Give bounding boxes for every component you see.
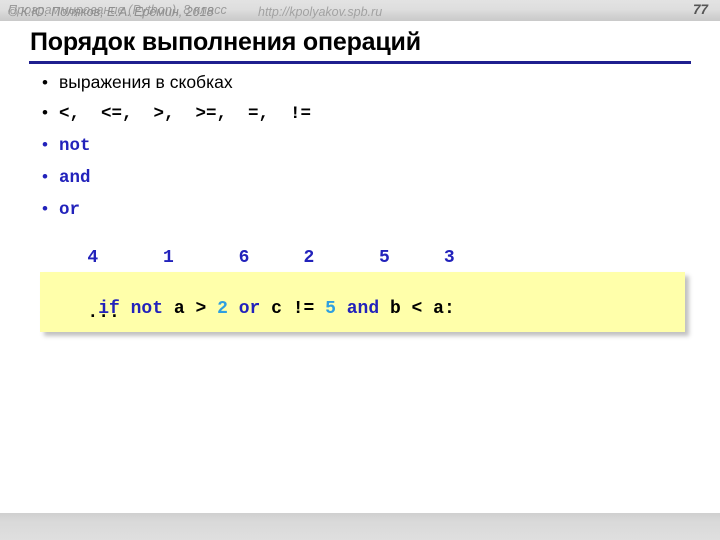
code-token-or: or xyxy=(238,299,272,319)
list-item: • <, <=, >, >=, =, != xyxy=(42,104,662,136)
list-item-label: <, <=, >, >=, =, != xyxy=(59,104,312,124)
list-item: • выражения в скобках xyxy=(42,72,662,104)
bullet-dot-icon: • xyxy=(42,135,48,154)
list-item: • and xyxy=(42,168,662,200)
code-token-5: 5 xyxy=(325,299,336,319)
list-item: • not xyxy=(42,136,662,168)
code-token-and: and xyxy=(346,299,390,319)
list-item-label: or xyxy=(59,200,81,220)
code-line-2: ... xyxy=(55,303,120,323)
list-item: • or xyxy=(42,200,662,232)
footer-bar xyxy=(0,513,720,540)
list-item-label: not xyxy=(59,136,91,156)
footer-url-link[interactable]: http://kpolyakov.spb.ru xyxy=(258,5,382,19)
list-item-label: and xyxy=(59,168,91,188)
page-title: Порядок выполнения операций xyxy=(30,28,421,56)
bullet-dot-icon: • xyxy=(42,103,48,122)
bullet-dot-icon: • xyxy=(42,167,48,186)
code-token-b-lt-a: b < a: xyxy=(389,299,455,319)
list-item-label: выражения в скобках xyxy=(59,72,233,92)
bullet-dot-icon: • xyxy=(42,73,48,92)
code-sample-box: if not a > 2 or c != 5 and b < a: ... xyxy=(40,272,685,332)
page-number: 77 xyxy=(692,2,708,17)
operator-precedence-list: • выражения в скобках • <, <=, >, >=, =,… xyxy=(42,72,662,232)
title-divider xyxy=(29,61,691,64)
code-token-2: 2 xyxy=(217,299,228,319)
code-token-space1 xyxy=(228,299,239,319)
bullet-dot-icon: • xyxy=(42,199,48,218)
code-token-not: not xyxy=(130,299,174,319)
footer-copyright: © К.Ю. Поляков, Е.А. Ерёмин, 2018 xyxy=(8,5,214,19)
code-token-space2 xyxy=(336,299,347,319)
evaluation-order-numbers: 4 1 6 2 5 3 xyxy=(55,248,455,268)
code-token-a-gt: a > xyxy=(173,299,218,319)
code-token-c-ne: c != xyxy=(271,299,326,319)
